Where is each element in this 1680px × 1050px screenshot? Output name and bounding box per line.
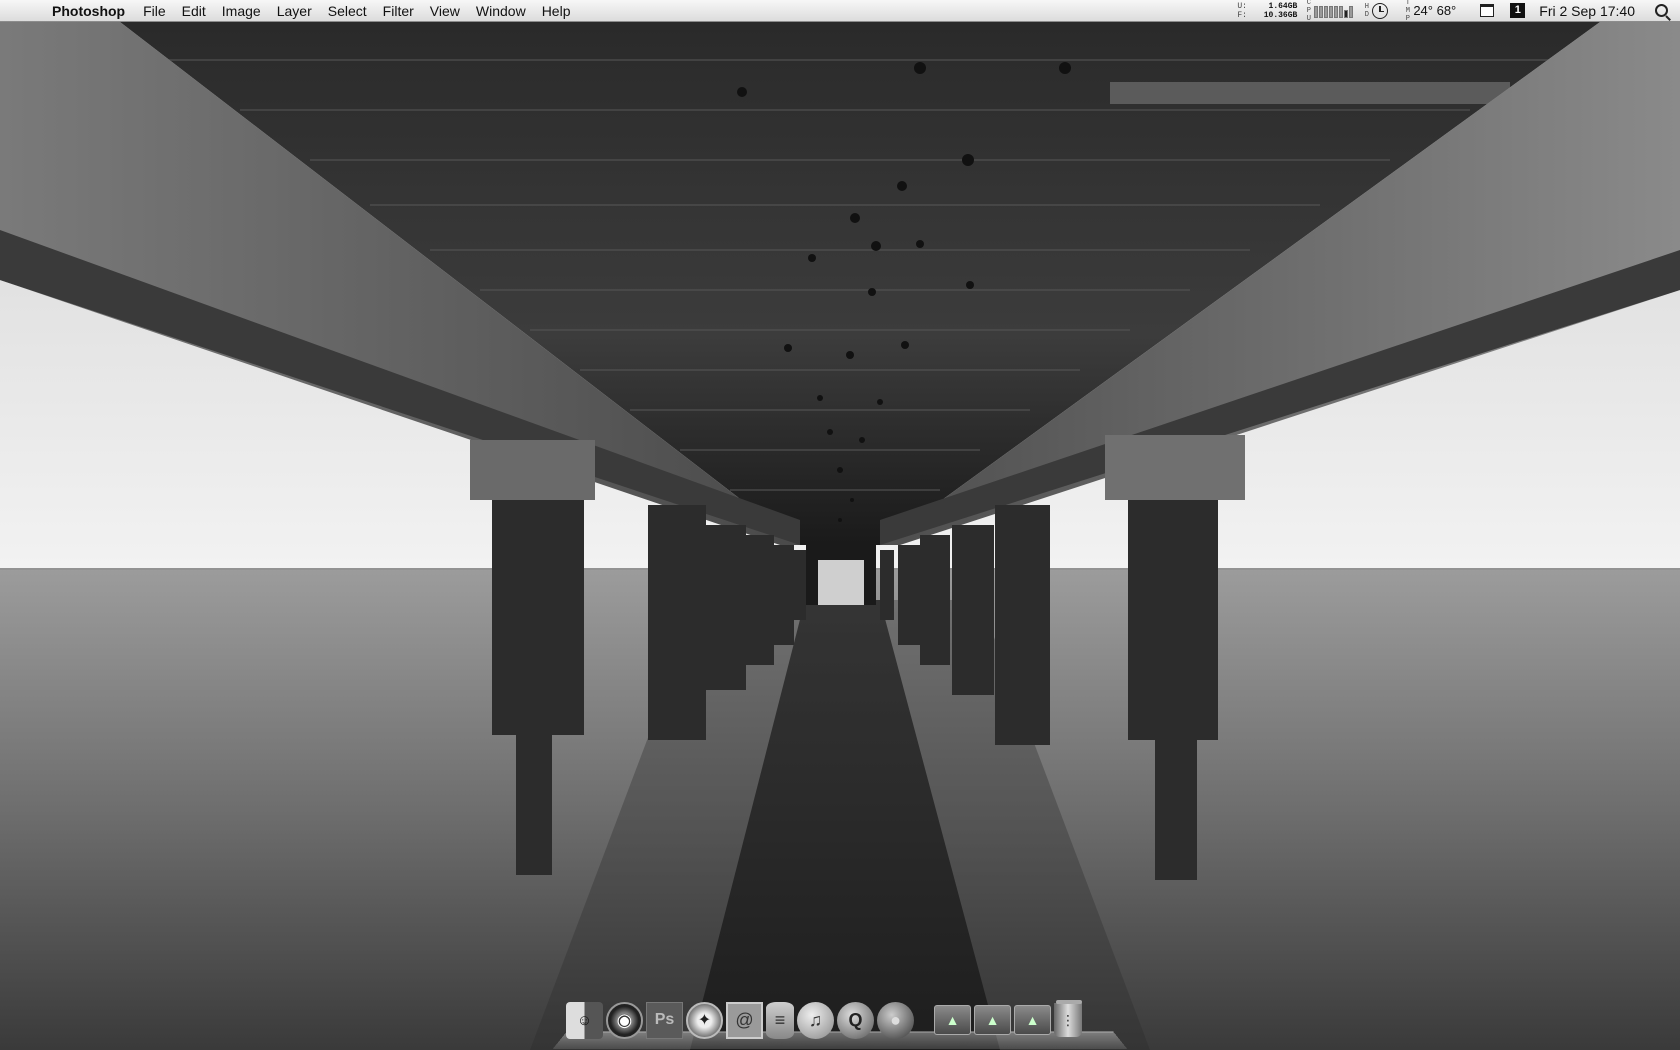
memory-monitor[interactable]: U: 1.64GB F: 10.36GB [1237,2,1297,20]
app-menu-photoshop[interactable]: Photoshop [46,0,135,22]
memory-free-value: 10.36GB [1263,10,1298,20]
dock-finder-icon[interactable]: ☺ [566,1001,603,1039]
spaces-icon[interactable]: 1 [1510,3,1526,18]
memory-used-key: U: [1237,1,1247,11]
dock-trash-icon[interactable]: ⋮ [1054,1000,1082,1037]
menu-file[interactable]: File [135,0,174,22]
dock-quicktime-icon[interactable]: Q [837,1001,874,1039]
dock-folder-icon[interactable]: ▲ [934,1005,971,1035]
spotlight-search-icon[interactable] [1655,4,1668,17]
menu-help[interactable]: Help [534,0,579,22]
menu-clock[interactable]: Fri 2 Sep 17:40 [1539,3,1635,19]
menu-layer[interactable]: Layer [269,0,320,22]
calendar-icon[interactable] [1480,4,1495,17]
dock: ☺ ◉ Ps ✦ @ ≡ ♫ Q ● ▲ ▲ ▲ ⋮ [566,998,1112,1042]
disk-monitor[interactable]: H D [1363,2,1394,19]
menu-edit[interactable]: Edit [174,0,214,22]
dock-mail-icon[interactable]: @ [726,1001,763,1039]
dock-photoshop-icon[interactable]: Ps [646,1001,683,1039]
menu-filter[interactable]: Filter [375,0,422,22]
hd-tag-d: D [1364,10,1369,19]
disk-activity-icon [1372,2,1389,19]
dock-folder-icon[interactable]: ▲ [974,1005,1011,1035]
cpu-bars [1314,4,1354,18]
memory-free-key: F: [1237,10,1247,20]
dock-firefox-icon[interactable]: ● [877,1001,914,1039]
cpu-tag: C P U [1305,0,1312,23]
menu-bar: Photoshop File Edit Image Layer Select F… [0,0,1680,23]
temp-tag-p: P [1405,14,1410,23]
desktop-wallpaper [0,0,1680,1050]
menu-image[interactable]: Image [214,0,269,22]
menu-select[interactable]: Select [320,0,375,22]
dock-aperture-icon[interactable]: ◉ [606,1001,643,1039]
hd-tag: H D [1363,3,1370,19]
cpu-tag-u: U [1306,14,1311,23]
temp-tag-m: M [1405,6,1410,15]
dock-itunes-icon[interactable]: ♫ [797,1001,834,1039]
menu-window[interactable]: Window [468,0,534,22]
temperature-monitor[interactable]: T M P 24° 68° [1404,0,1470,23]
menu-view[interactable]: View [422,0,468,22]
memory-used-value: 1.64GB [1268,1,1298,11]
dock-safari-icon[interactable]: ✦ [686,1001,723,1039]
dock-folder-icon[interactable]: ▲ [1014,1005,1051,1035]
cpu-tag-p: P [1306,6,1311,15]
cpu-monitor[interactable]: C P U [1305,0,1354,23]
status-menus: U: 1.64GB F: 10.36GB C P U H D T M P 24°… [1237,0,1680,23]
temp-tag: T M P [1404,0,1411,23]
hd-tag-h: H [1364,2,1369,11]
temperature-value: 24° 68° [1413,3,1457,18]
dock-database-icon[interactable]: ≡ [766,1001,794,1039]
